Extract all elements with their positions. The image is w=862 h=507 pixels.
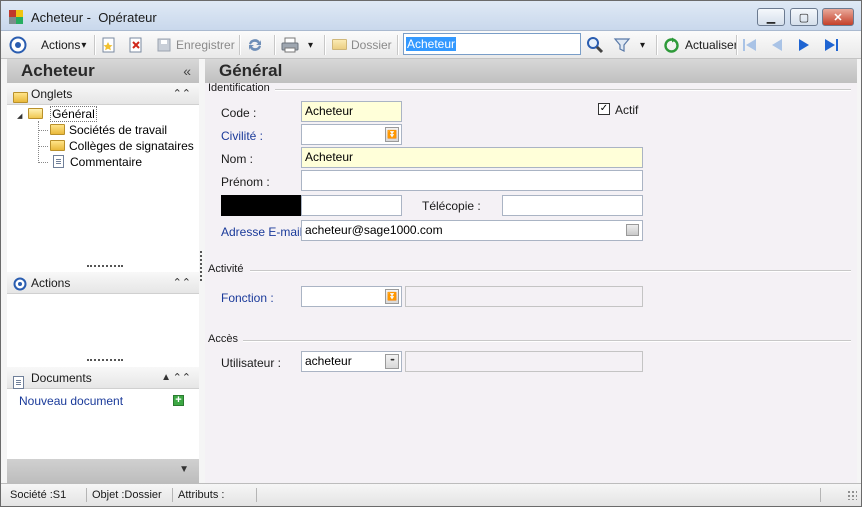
fonction-label[interactable]: Fonction : bbox=[221, 291, 274, 305]
telecopie-label: Télécopie : bbox=[422, 199, 481, 213]
email-field[interactable]: acheteur@sage1000.com bbox=[301, 220, 643, 241]
fonction-select[interactable]: ⏬ bbox=[301, 286, 402, 307]
left-panel-header: Acheteur « bbox=[7, 59, 199, 83]
expand-down-icon: ▼ bbox=[179, 464, 189, 475]
print-dropdown-arrow[interactable]: ▾ bbox=[308, 35, 313, 55]
splitter-grip[interactable] bbox=[87, 265, 123, 267]
new-document-link[interactable]: Nouveau document bbox=[19, 393, 123, 409]
left-panel-title: Acheteur bbox=[21, 61, 95, 80]
close-button[interactable]: ✕ bbox=[822, 8, 854, 26]
document-icon bbox=[13, 376, 24, 390]
document-icon bbox=[53, 155, 64, 169]
tree-item-commentaire[interactable]: Commentaire bbox=[53, 154, 142, 170]
identification-group-label: Identification bbox=[208, 82, 270, 94]
search-icon[interactable] bbox=[586, 35, 604, 55]
actions-menu-button[interactable]: Actions ▾ bbox=[41, 35, 86, 55]
sync-icon[interactable] bbox=[246, 35, 264, 55]
page-title: Général bbox=[219, 61, 283, 80]
acces-group-label: Accès bbox=[208, 333, 238, 345]
last-record-icon[interactable] bbox=[822, 35, 840, 55]
delete-record-icon[interactable] bbox=[128, 35, 144, 55]
title-bar: Acheteur - Opérateur ▁ ▢ ✕ bbox=[1, 1, 861, 31]
new-record-icon[interactable] bbox=[101, 35, 117, 55]
search-input-value: Acheteur bbox=[406, 37, 457, 51]
ellipsis-button[interactable]: ••• bbox=[385, 354, 399, 369]
folder-button[interactable]: Dossier bbox=[332, 35, 392, 55]
move-up-icon[interactable]: ▲ bbox=[161, 367, 171, 389]
folder-icon bbox=[50, 140, 65, 152]
maximize-button[interactable]: ▢ bbox=[790, 8, 818, 26]
folder-icon bbox=[13, 92, 28, 104]
status-attributs: Attributs : bbox=[175, 488, 257, 502]
folder-icon bbox=[50, 124, 65, 136]
tree-item-general[interactable]: ◢ Général bbox=[17, 106, 97, 122]
nom-label: Nom : bbox=[221, 152, 254, 166]
tree-item-societes[interactable]: Sociétés de travail bbox=[50, 122, 167, 138]
previous-record-icon[interactable] bbox=[768, 35, 786, 55]
window-title: Acheteur - Opérateur bbox=[31, 10, 157, 25]
activite-group-label: Activité bbox=[208, 263, 244, 275]
status-societe: Société :S1 bbox=[7, 488, 87, 502]
vertical-splitter[interactable] bbox=[200, 251, 202, 281]
folder-icon bbox=[332, 38, 347, 50]
resize-grip-icon[interactable] bbox=[847, 490, 857, 500]
splitter-grip[interactable] bbox=[87, 359, 123, 361]
email-icon[interactable] bbox=[626, 224, 639, 236]
first-record-icon[interactable] bbox=[741, 35, 759, 55]
collapse-left-panel-icon[interactable]: « bbox=[183, 59, 191, 83]
print-icon[interactable] bbox=[281, 35, 299, 55]
minimize-button[interactable]: ▁ bbox=[757, 8, 785, 26]
redacted-phone-label bbox=[221, 195, 301, 216]
civilite-select[interactable]: ⏬ bbox=[301, 124, 402, 145]
status-panel bbox=[259, 488, 821, 502]
actions-section-header[interactable]: Actions ⌃⌃ bbox=[7, 272, 199, 294]
utilisateur-field[interactable]: acheteur ••• bbox=[301, 351, 402, 372]
target-icon[interactable] bbox=[9, 35, 27, 55]
left-panel: Acheteur « Onglets ⌃⌃ ◢ Général Sociétés… bbox=[7, 59, 199, 483]
search-input[interactable]: Acheteur bbox=[403, 33, 581, 55]
chevron-down-icon[interactable]: ⏬ bbox=[385, 127, 399, 142]
status-panel-small bbox=[823, 488, 841, 502]
main-panel: Général Identification Code : Acheteur ✓… bbox=[205, 59, 857, 483]
actif-checkbox[interactable]: ✓ bbox=[598, 103, 610, 115]
collapse-section-icon[interactable]: ⌃⌃ bbox=[173, 367, 191, 389]
fonction-description-field bbox=[405, 286, 643, 307]
status-bar: Société :S1 Objet :Dossier Attributs : bbox=[1, 483, 861, 506]
utilisateur-description-field bbox=[405, 351, 643, 372]
documents-section-header[interactable]: Documents ▲ ⌃⌃ bbox=[7, 367, 199, 390]
app-window: Acheteur - Opérateur ▁ ▢ ✕ Actions ▾ Enr… bbox=[0, 0, 862, 507]
left-panel-footer[interactable]: ▼ bbox=[7, 459, 199, 483]
tree-expander-icon[interactable]: ◢ bbox=[17, 113, 22, 120]
prenom-label: Prénom : bbox=[221, 175, 270, 189]
refresh-icon bbox=[664, 37, 679, 53]
status-objet: Objet :Dossier bbox=[89, 488, 173, 502]
next-record-icon[interactable] bbox=[795, 35, 813, 55]
nom-field[interactable]: Acheteur bbox=[301, 147, 643, 168]
civilite-label[interactable]: Civilité : bbox=[221, 129, 263, 143]
email-label[interactable]: Adresse E-mail : bbox=[221, 225, 309, 239]
filter-icon[interactable] bbox=[613, 35, 631, 55]
add-icon[interactable]: + bbox=[173, 395, 184, 406]
code-label: Code : bbox=[221, 106, 257, 120]
telecopie-field[interactable] bbox=[502, 195, 643, 216]
app-logo-icon bbox=[9, 10, 23, 24]
tree-item-colleges[interactable]: Collèges de signataires bbox=[50, 138, 194, 154]
open-folder-icon bbox=[27, 108, 43, 120]
prenom-field[interactable] bbox=[301, 170, 643, 191]
utilisateur-label: Utilisateur : bbox=[221, 356, 282, 370]
target-icon bbox=[13, 277, 27, 291]
code-field[interactable]: Acheteur bbox=[301, 101, 402, 122]
save-button[interactable]: Enregistrer bbox=[156, 35, 235, 55]
collapse-section-icon[interactable]: ⌃⌃ bbox=[173, 272, 191, 294]
chevron-down-icon[interactable]: ⏬ bbox=[385, 289, 399, 304]
collapse-section-icon[interactable]: ⌃⌃ bbox=[173, 83, 191, 105]
main-panel-header: Général bbox=[205, 59, 857, 83]
filter-dropdown-arrow[interactable]: ▾ bbox=[640, 35, 645, 55]
actif-label: Actif bbox=[615, 103, 639, 117]
onglets-section-header[interactable]: Onglets ⌃⌃ bbox=[7, 83, 199, 105]
telephone-field[interactable] bbox=[301, 195, 402, 216]
refresh-button[interactable]: Actualiser bbox=[663, 35, 738, 55]
